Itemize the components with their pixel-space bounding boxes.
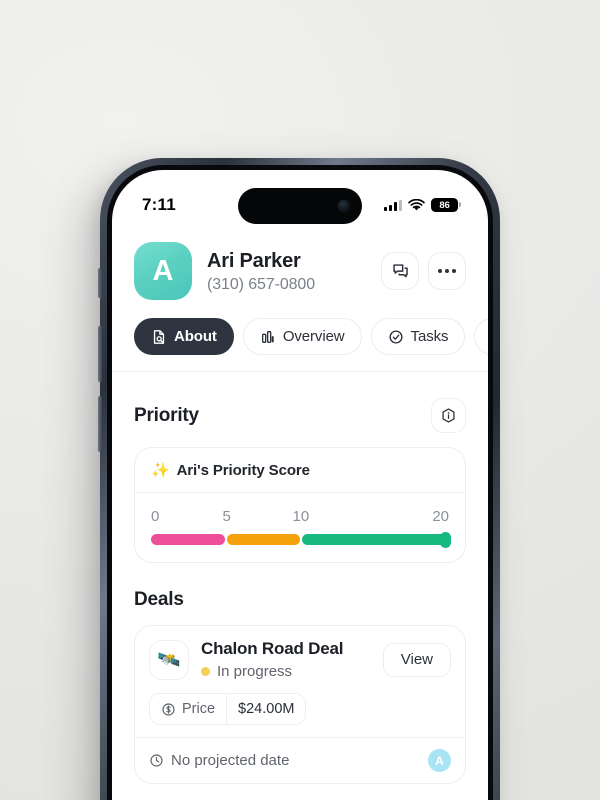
dynamic-island: [238, 188, 362, 224]
tab-tasks[interactable]: Tasks: [370, 318, 466, 355]
deal-card-footer: No projected date A: [135, 737, 465, 783]
priority-score-header: ✨ Ari's Priority Score: [135, 448, 465, 493]
tab-overview[interactable]: Overview: [242, 318, 362, 355]
ellipsis-icon: [438, 269, 456, 273]
priority-score-title: Ari's Priority Score: [176, 461, 310, 479]
battery-icon: 86: [431, 198, 462, 212]
volume-down-button[interactable]: [98, 396, 102, 452]
tick-5: 5: [222, 508, 231, 525]
deal-status-label: In progress: [217, 663, 293, 680]
phone-screen: 7:11 86 A Ari Parker (310) 657-0800 Abou…: [112, 170, 488, 800]
tab-about[interactable]: About: [134, 318, 234, 355]
volume-up-button[interactable]: [98, 326, 102, 382]
tab-about-label: About: [174, 328, 217, 345]
deal-card[interactable]: 🛰️ Chalon Road Deal In progress View Pri…: [134, 625, 466, 784]
avatar: A: [134, 242, 192, 300]
deal-view-button[interactable]: View: [382, 642, 451, 677]
phone-device: 7:11 86 A Ari Parker (310) 657-0800 Abou…: [98, 158, 500, 800]
deal-date-label: No projected date: [171, 752, 290, 769]
priority-score-bar[interactable]: [151, 531, 451, 548]
deal-attributes: Price $24.00M: [135, 693, 465, 737]
deals-section-header: Deals: [134, 563, 466, 625]
chat-bubbles-icon: [392, 263, 408, 277]
document-search-icon: [153, 329, 165, 344]
priority-score-card: ✨ Ari's Priority Score 0 5 10 20: [134, 447, 466, 563]
cellular-bars-icon: [384, 199, 402, 211]
deal-name: Chalon Road Deal: [201, 639, 344, 658]
scene-backdrop: 7:11 86 A Ari Parker (310) 657-0800 Abou…: [0, 0, 600, 800]
tab-tasks-label: Tasks: [410, 328, 449, 345]
contact-name: Ari Parker: [207, 249, 301, 272]
tick-20: 20: [432, 508, 449, 525]
contact-info: Ari Parker (310) 657-0800: [207, 249, 315, 294]
tick-0: 0: [151, 508, 160, 525]
deal-price-value: $24.00M: [238, 701, 295, 717]
score-segment-high: [302, 534, 449, 545]
header-actions: [381, 252, 466, 290]
deal-price-label-wrap: Price: [150, 694, 228, 724]
status-indicators: 86: [384, 198, 462, 212]
priority-section-header: Priority: [134, 372, 466, 447]
status-dot-icon: [201, 667, 210, 676]
sparkles-icon: ✨: [151, 462, 170, 479]
silent-switch-button[interactable]: [98, 268, 102, 298]
satellite-icon: 🛰️: [149, 639, 189, 680]
score-segment-low: [151, 534, 225, 545]
status-time: 7:11: [142, 195, 176, 214]
tick-10: 10: [292, 508, 310, 525]
deal-price-chip[interactable]: Price $24.00M: [149, 693, 307, 725]
front-camera-icon: [338, 200, 350, 212]
deals-title: Deals: [134, 589, 184, 610]
tab-bar[interactable]: About Overview Tasks: [112, 300, 488, 371]
priority-score-body: 0 5 10 20: [135, 493, 465, 562]
score-segment-medium: [226, 534, 300, 545]
deal-status: In progress: [201, 663, 343, 680]
content-area: Priority ✨ Ari's Priority Score 0 5 10 2…: [112, 372, 488, 784]
bar-chart-icon: [261, 330, 274, 343]
deal-info: Chalon Road Deal In progress: [201, 639, 343, 680]
contact-header: A Ari Parker (310) 657-0800: [112, 228, 488, 300]
deal-price-label: Price: [182, 701, 216, 717]
tab-interactions[interactable]: In: [474, 318, 488, 355]
contact-phone[interactable]: (310) 657-0800: [207, 276, 315, 294]
score-thumb[interactable]: [440, 531, 451, 548]
clock-icon: [150, 754, 163, 767]
wifi-icon: [408, 198, 425, 210]
priority-info-button[interactable]: [431, 398, 466, 433]
hexagon-info-icon: [442, 408, 455, 423]
message-button[interactable]: [381, 252, 419, 290]
more-options-button[interactable]: [428, 252, 466, 290]
priority-scale-ticks: 0 5 10 20: [151, 508, 449, 528]
dollar-circle-icon: [162, 702, 175, 716]
battery-level: 86: [439, 199, 450, 211]
deal-card-header: 🛰️ Chalon Road Deal In progress View: [135, 626, 465, 693]
deal-date[interactable]: No projected date: [149, 752, 289, 769]
deal-assignee-avatar[interactable]: A: [428, 749, 451, 772]
status-bar: 7:11 86: [112, 170, 488, 228]
check-circle-icon: [389, 329, 403, 344]
priority-title: Priority: [134, 404, 199, 426]
tab-overview-label: Overview: [282, 328, 345, 345]
